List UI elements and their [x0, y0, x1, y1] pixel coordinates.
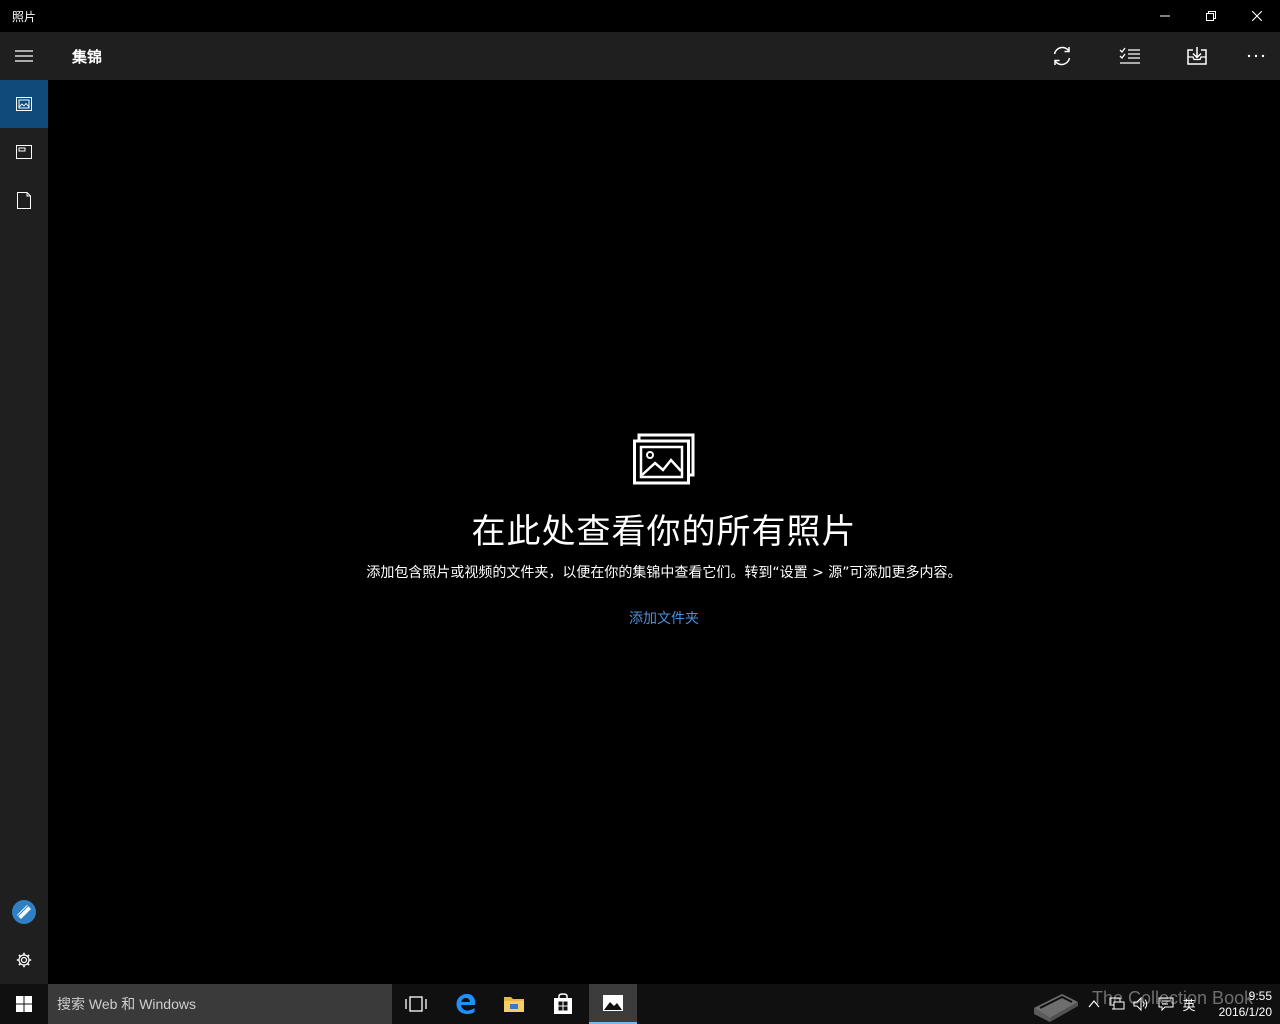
book-watermark-icon [1034, 994, 1078, 1022]
nav-item-collection[interactable] [0, 80, 48, 128]
store-icon [554, 993, 572, 1014]
title-bar: 照片 [0, 0, 1280, 32]
empty-state-title: 在此处查看你的所有照片 [471, 512, 857, 552]
window-title: 照片 [12, 10, 37, 24]
collection-icon [16, 97, 32, 111]
feedback-button[interactable] [0, 888, 48, 936]
main-content: 在此处查看你的所有照片 添加包含照片或视频的文件夹，以便在你的集锦中查看它们。转… [48, 80, 1280, 984]
albums-icon [16, 145, 32, 159]
chevron-up-icon [1088, 1000, 1100, 1008]
import-button[interactable] [1173, 32, 1221, 80]
page-title: 集锦 [72, 48, 103, 66]
settings-button[interactable] [0, 936, 48, 984]
taskbar-edge[interactable] [442, 984, 490, 1024]
refresh-button[interactable] [1038, 32, 1086, 80]
add-folder-link[interactable]: 添加文件夹 [48, 608, 1280, 628]
close-button[interactable] [1234, 0, 1280, 32]
taskbar: The Collection Book 英 9:55 2016/1/20 [0, 984, 1280, 1024]
minimize-icon [1160, 15, 1170, 17]
folder-icon [17, 191, 31, 209]
search-box[interactable] [48, 984, 392, 1024]
more-button[interactable] [1232, 32, 1280, 80]
taskbar-file-explorer[interactable] [490, 984, 538, 1024]
volume-button[interactable] [1130, 984, 1152, 1024]
left-navigation [0, 80, 48, 984]
select-icon [1119, 47, 1140, 64]
refresh-icon [1053, 46, 1071, 66]
feedback-icon [12, 900, 36, 924]
select-button[interactable] [1106, 32, 1154, 80]
taskbar-photos[interactable] [589, 984, 637, 1024]
hamburger-icon [15, 50, 33, 62]
input-method-indicator[interactable]: 英 [1178, 984, 1200, 1024]
task-view-icon [405, 996, 427, 1012]
clock-time: 9:55 [1248, 989, 1272, 1003]
action-center-button[interactable] [1155, 984, 1177, 1024]
show-hidden-icons-button[interactable] [1084, 984, 1104, 1024]
message-icon [1158, 997, 1174, 1011]
network-button[interactable] [1106, 984, 1128, 1024]
import-icon [1187, 47, 1207, 65]
empty-state-description: 添加包含照片或视频的文件夹，以便在你的集锦中查看它们。转到“设置 > 源”可添加… [366, 565, 962, 581]
hamburger-button[interactable] [0, 32, 48, 80]
close-icon [1252, 11, 1262, 21]
add-folder-link-label[interactable]: 添加文件夹 [629, 611, 699, 627]
taskbar-store[interactable] [539, 984, 587, 1024]
edge-icon [456, 994, 476, 1014]
nav-item-folders[interactable] [0, 176, 48, 224]
photos-app-icon [603, 995, 623, 1011]
file-explorer-icon [504, 997, 524, 1012]
minimize-button[interactable] [1142, 0, 1188, 32]
windows-logo-icon [16, 996, 32, 1012]
photos-empty-icon [633, 433, 695, 485]
restore-button[interactable] [1188, 0, 1234, 32]
search-input[interactable] [48, 984, 392, 1024]
network-icon [1109, 997, 1125, 1010]
app-bar: 集锦 [0, 32, 1280, 80]
volume-icon [1133, 997, 1148, 1011]
task-view-button[interactable] [392, 984, 440, 1024]
nav-item-albums[interactable] [0, 128, 48, 176]
clock[interactable]: 9:55 2016/1/20 [1202, 988, 1272, 1020]
restore-icon [1206, 11, 1216, 21]
more-icon [1247, 54, 1265, 58]
start-button[interactable] [0, 984, 48, 1024]
clock-date: 2016/1/20 [1218, 1005, 1272, 1019]
settings-icon [16, 952, 32, 968]
